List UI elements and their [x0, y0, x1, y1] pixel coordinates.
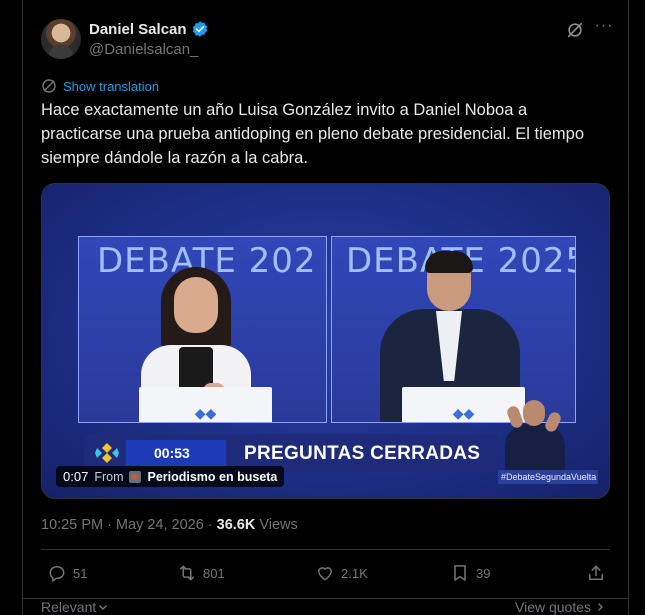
- tweet-actions: 51 801 2.1K 39: [41, 563, 610, 589]
- sign-language-interpreter: [505, 394, 565, 476]
- podium-left: ◆◆: [139, 387, 272, 422]
- chevron-right-icon: [598, 603, 604, 611]
- source-account-name[interactable]: Periodismo en buseta: [147, 470, 277, 484]
- tweet-time[interactable]: 10:25 PM: [41, 517, 103, 533]
- reply-icon: [49, 566, 65, 582]
- video-time: 0:07: [63, 469, 89, 484]
- author-name-line: Daniel Salcan: [89, 20, 209, 38]
- reply-button[interactable]: 51: [47, 563, 87, 583]
- divider: [41, 549, 610, 550]
- tweet-video[interactable]: DEBATE 202 ◆◆ DEBATE 2025 ◆◆: [41, 183, 610, 499]
- like-count: 2.1K: [341, 565, 368, 581]
- author-handle[interactable]: @Danielsalcan_: [89, 41, 198, 58]
- bookmark-count: 39: [476, 565, 491, 581]
- from-label: From: [94, 469, 124, 484]
- like-button[interactable]: 2.1K: [315, 563, 368, 583]
- more-options-icon[interactable]: ···: [593, 17, 615, 39]
- timeline-border-right: [628, 0, 629, 615]
- video-info-overlay[interactable]: 0:07 From Periodismo en buseta: [56, 466, 285, 487]
- source-avatar-icon: [129, 470, 142, 483]
- views-label: Views: [259, 517, 298, 533]
- meta-separator: ·: [107, 517, 112, 533]
- podium-logo-icon: ◆◆: [452, 405, 475, 421]
- author-display-name[interactable]: Daniel Salcan: [89, 21, 187, 38]
- view-quotes-link[interactable]: View quotes: [515, 599, 605, 615]
- bookmark-icon: [454, 565, 466, 581]
- view-quotes-label: View quotes: [515, 599, 592, 615]
- chevron-down-icon: [99, 605, 108, 610]
- meta-separator: ·: [207, 517, 213, 533]
- heart-icon: [318, 567, 332, 581]
- tweet-text: Hace exactamente un año Luisa González i…: [41, 101, 585, 167]
- timeline-border-left: [22, 0, 23, 615]
- grok-icon[interactable]: [566, 21, 584, 39]
- verified-badge-icon: [192, 21, 207, 37]
- share-button[interactable]: [586, 563, 606, 583]
- debate-logo-icon: [95, 443, 119, 463]
- bookmark-button[interactable]: 39: [450, 563, 490, 583]
- reply-sort-dropdown[interactable]: Relevant: [41, 599, 108, 615]
- reply-count: 51: [73, 565, 88, 581]
- segment-title: PREGUNTAS CERRADAS: [244, 443, 481, 464]
- reply-sort-label: Relevant: [41, 599, 97, 615]
- retweet-button[interactable]: 801: [177, 563, 225, 583]
- share-icon: [589, 565, 603, 580]
- show-translation[interactable]: Show translation: [41, 78, 159, 94]
- views-count: 36.6K: [216, 517, 256, 533]
- tweet-metadata: 10:25 PM · May 24, 2026 · 36.6K Views: [41, 517, 298, 533]
- avatar[interactable]: [41, 19, 81, 59]
- tweet-header: Daniel Salcan @Danielsalcan_ ···: [41, 17, 616, 61]
- translate-icon: [42, 79, 56, 93]
- retweet-icon: [180, 565, 194, 581]
- debate-timer: 00:53: [126, 440, 226, 466]
- show-translation-link[interactable]: Show translation: [63, 79, 159, 94]
- retweet-count: 801: [203, 565, 225, 581]
- podium-logo-icon: ◆◆: [194, 405, 217, 421]
- video-panel-left: DEBATE 202 ◆◆: [78, 236, 327, 423]
- debate-hashtag: #DebateSegundaVuelta: [498, 470, 598, 484]
- tweet-date[interactable]: May 24, 2026: [116, 517, 204, 533]
